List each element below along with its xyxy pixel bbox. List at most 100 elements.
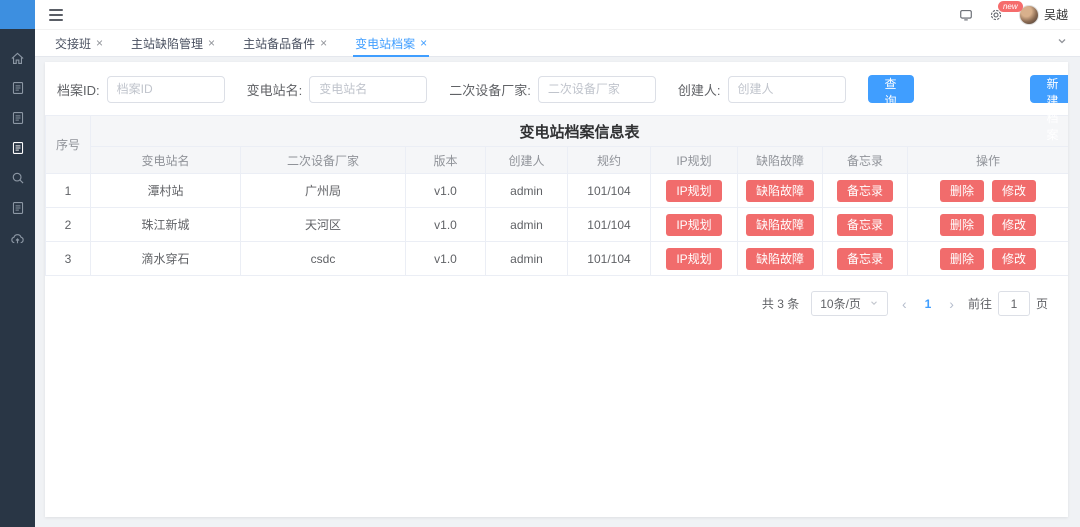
edit-button[interactable]: 修改 <box>992 248 1036 270</box>
user-menu[interactable]: 吴越 <box>1019 5 1068 25</box>
defect-button[interactable]: 缺陷故障 <box>746 180 814 202</box>
tab[interactable]: 交接班× <box>41 30 117 56</box>
tab[interactable]: 主站备品备件 × <box>229 30 341 56</box>
row-station-name: 潭村站 <box>91 174 241 208</box>
defect-button[interactable]: 缺陷故障 <box>746 214 814 236</box>
chevron-down-icon[interactable] <box>1056 34 1074 52</box>
pagination: 共 3 条 10条/页 ‹ 1 › 前往 页 <box>45 276 1068 316</box>
filter-input[interactable] <box>538 76 656 103</box>
row-protocol: 101/104 <box>568 242 651 276</box>
edit-button[interactable]: 修改 <box>992 180 1036 202</box>
row-version: v1.0 <box>406 208 486 242</box>
delete-button[interactable]: 删除 <box>940 180 984 202</box>
ip-plan-button[interactable]: IP规划 <box>666 248 721 270</box>
new-badge: new <box>998 1 1023 12</box>
search-button[interactable]: 查询 <box>868 75 914 103</box>
cell-defect: 缺陷故障 <box>738 174 823 208</box>
next-page-button[interactable]: › <box>947 297 956 311</box>
sidebar-item[interactable] <box>0 223 35 253</box>
document-icon <box>11 201 25 215</box>
close-icon[interactable]: × <box>208 37 215 49</box>
column-header-seq: 序号 <box>46 116 91 174</box>
defect-button[interactable]: 缺陷故障 <box>746 248 814 270</box>
cell-ip-plan: IP规划 <box>651 242 738 276</box>
cell-memo: 备忘录 <box>823 242 908 276</box>
goto-page-input[interactable] <box>998 291 1030 316</box>
cell-operations: 删除修改 <box>908 174 1069 208</box>
close-icon[interactable]: × <box>320 37 327 49</box>
filter-input[interactable] <box>107 76 225 103</box>
memo-button[interactable]: 备忘录 <box>837 180 893 202</box>
page-number[interactable]: 1 <box>921 297 936 311</box>
sidebar-item[interactable] <box>0 163 35 193</box>
column-header: 二次设备厂家 <box>241 147 406 174</box>
cell-ip-plan: IP规划 <box>651 208 738 242</box>
hamburger-menu-icon[interactable] <box>47 5 65 25</box>
column-header: 缺陷故障 <box>738 147 823 174</box>
table-row: 3滴水穿石csdcv1.0admin101/104IP规划缺陷故障备忘录删除修改 <box>46 242 1069 276</box>
cell-defect: 缺陷故障 <box>738 208 823 242</box>
delete-button[interactable]: 删除 <box>940 248 984 270</box>
filter-label: 变电站名: <box>247 80 303 99</box>
table-title: 变电站档案信息表 <box>91 116 1069 147</box>
gear-icon[interactable]: new <box>989 8 1003 22</box>
document-icon <box>11 111 25 125</box>
sidebar-item[interactable] <box>0 103 35 133</box>
tabbar: 交接班×主站缺陷管理×主站备品备件×变电站档案× <box>35 29 1080 57</box>
filter-input[interactable] <box>309 76 427 103</box>
column-header: 创建人 <box>486 147 568 174</box>
cell-defect: 缺陷故障 <box>738 242 823 276</box>
app-logo <box>0 0 35 29</box>
close-icon[interactable]: × <box>96 37 103 49</box>
search-icon <box>11 171 25 185</box>
delete-button[interactable]: 删除 <box>940 214 984 236</box>
sidebar-menu <box>0 29 35 253</box>
screen-icon[interactable] <box>959 8 973 22</box>
row-station-name: 滴水穿石 <box>91 242 241 276</box>
filter-field: 档案ID: <box>57 76 225 103</box>
row-vendor: csdc <box>241 242 406 276</box>
table-row: 2珠江新城天河区v1.0admin101/104IP规划缺陷故障备忘录删除修改 <box>46 208 1069 242</box>
tab[interactable]: 变电站档案× <box>341 30 441 56</box>
row-station-name: 珠江新城 <box>91 208 241 242</box>
filter-label: 二次设备厂家: <box>449 80 531 99</box>
row-version: v1.0 <box>406 174 486 208</box>
column-header: 版本 <box>406 147 486 174</box>
sidebar-item[interactable] <box>0 133 35 163</box>
page-size-select[interactable]: 10条/页 <box>811 291 888 316</box>
sidebar <box>0 0 35 527</box>
filter-label: 档案ID: <box>57 80 100 99</box>
edit-button[interactable]: 修改 <box>992 214 1036 236</box>
memo-button[interactable]: 备忘录 <box>837 214 893 236</box>
row-protocol: 101/104 <box>568 174 651 208</box>
ip-plan-button[interactable]: IP规划 <box>666 180 721 202</box>
row-creator: admin <box>486 208 568 242</box>
sidebar-item[interactable] <box>0 193 35 223</box>
tab[interactable]: 主站缺陷管理 × <box>117 30 229 56</box>
archive-table: 序号 变电站档案信息表 变电站名二次设备厂家版本创建人规约IP规划缺陷故障备忘录… <box>45 115 1068 276</box>
tab-label: 主站缺陷管理 <box>131 35 203 52</box>
row-seq: 3 <box>46 242 91 276</box>
memo-button[interactable]: 备忘录 <box>837 248 893 270</box>
home-icon <box>10 51 25 66</box>
column-header: 规约 <box>568 147 651 174</box>
filter-label: 创建人: <box>678 80 721 99</box>
sidebar-item[interactable] <box>0 73 35 103</box>
filter-input[interactable] <box>728 76 846 103</box>
goto-page: 前往 页 <box>968 291 1048 316</box>
cell-memo: 备忘录 <box>823 174 908 208</box>
prev-page-button[interactable]: ‹ <box>900 297 909 311</box>
row-vendor: 广州局 <box>241 174 406 208</box>
row-seq: 1 <box>46 174 91 208</box>
topbar-right: new 吴越 <box>959 5 1068 25</box>
row-seq: 2 <box>46 208 91 242</box>
cell-ip-plan: IP规划 <box>651 174 738 208</box>
tab-label: 主站备品备件 <box>243 35 315 52</box>
total-count: 共 3 条 <box>762 295 799 312</box>
sidebar-item[interactable] <box>0 43 35 73</box>
ip-plan-button[interactable]: IP规划 <box>666 214 721 236</box>
create-archive-button[interactable]: 新建档案 <box>1030 75 1068 103</box>
row-version: v1.0 <box>406 242 486 276</box>
close-icon[interactable]: × <box>420 37 427 49</box>
username: 吴越 <box>1044 6 1068 23</box>
